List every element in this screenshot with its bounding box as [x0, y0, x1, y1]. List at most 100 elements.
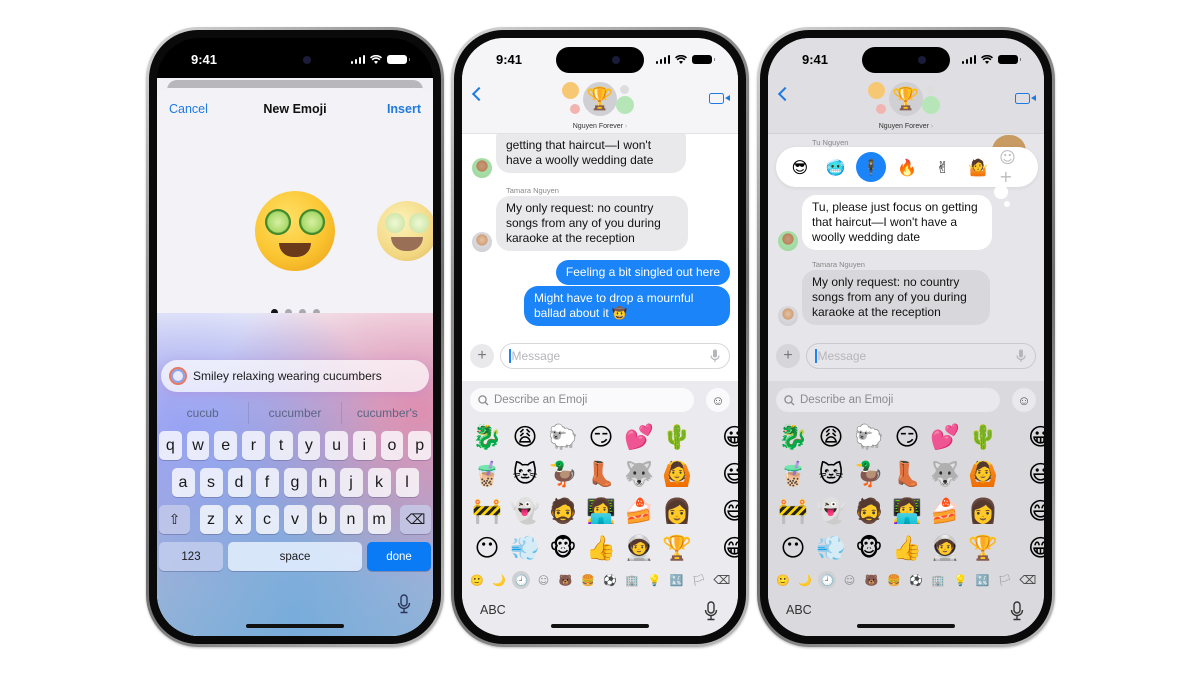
emoji-key[interactable]: 😄 [1028, 493, 1044, 530]
key[interactable]: r [242, 431, 265, 460]
emoji-key[interactable]: 👩‍💻 [582, 493, 620, 530]
genmoji-create-button[interactable]: ☺ [706, 388, 730, 412]
back-chevron-icon[interactable] [471, 86, 487, 102]
space-key[interactable]: space [228, 542, 362, 571]
group-avatar-cluster[interactable]: 🏆 [864, 82, 948, 120]
abc-keyboard-switch[interactable]: ABC [480, 603, 506, 617]
genmoji-create-button[interactable]: ☺ [1012, 388, 1036, 412]
category-memoji-icon[interactable]: 🙂 [468, 571, 486, 589]
delete-icon[interactable]: ⌫ [1018, 571, 1038, 589]
message-input[interactable]: Message [806, 343, 1036, 369]
reaction-option-selected[interactable]: 🕴 [856, 152, 887, 182]
reaction-option[interactable]: 🤷 [963, 152, 993, 182]
mic-icon[interactable] [710, 349, 720, 363]
emoji-key[interactable]: 💨 [812, 530, 850, 567]
plus-button[interactable]: + [776, 344, 800, 368]
emoji-key[interactable]: 😁 [722, 530, 738, 567]
emoji-key[interactable]: 🐑 [544, 419, 582, 456]
message-bubble-incoming[interactable]: My only request: no country songs from a… [802, 270, 990, 325]
category-animals-icon[interactable]: 🐻 [863, 571, 881, 589]
category-activity-icon[interactable]: ⚽ [601, 571, 619, 589]
emoji-key[interactable]: 🐱 [506, 456, 544, 493]
key[interactable]: f [255, 468, 279, 497]
group-name[interactable]: Nguyen Forever › [768, 123, 1044, 130]
category-stickers-icon[interactable]: 🌙 [490, 571, 508, 589]
emoji-key[interactable]: 🐱 [812, 456, 850, 493]
key[interactable]: a [171, 468, 195, 497]
key[interactable]: g [283, 468, 307, 497]
suggestion-1[interactable]: cucub [157, 402, 250, 424]
emoji-key[interactable]: 👻 [506, 493, 544, 530]
describe-emoji-search[interactable]: Describe an Emoji [470, 388, 694, 412]
category-memoji-icon[interactable]: 🙂 [774, 571, 792, 589]
category-flags-icon[interactable]: 🏳 [996, 571, 1014, 589]
category-stickers-icon[interactable]: 🌙 [796, 571, 814, 589]
category-animals-icon[interactable]: 🐻 [557, 571, 575, 589]
category-food-icon[interactable]: 🍔 [885, 571, 903, 589]
emoji-key[interactable]: 🧋 [468, 456, 506, 493]
category-smileys-icon[interactable]: ☺ [535, 571, 553, 589]
emoji-key[interactable]: 😀 [1028, 419, 1044, 456]
emoji-prompt-field[interactable]: Smiley relaxing wearing cucumbers [161, 360, 429, 392]
emoji-key[interactable]: 😏 [582, 419, 620, 456]
emoji-key[interactable]: 👻 [812, 493, 850, 530]
sender-avatar-tu[interactable] [778, 231, 798, 251]
emoji-key[interactable]: 👢 [582, 456, 620, 493]
emoji-key[interactable]: 🏆 [658, 530, 696, 567]
emoji-key[interactable]: 🧑‍🚀 [926, 530, 964, 567]
key[interactable]: t [269, 431, 293, 460]
group-avatar-cluster[interactable]: 🏆 [558, 82, 642, 120]
message-input[interactable]: Message [500, 343, 730, 369]
emoji-key[interactable]: 🧋 [774, 456, 812, 493]
emoji-key[interactable]: 😶 [468, 530, 506, 567]
key[interactable]: v [283, 505, 307, 534]
dictation-mic-icon[interactable] [704, 601, 718, 621]
add-reaction-icon[interactable]: ☺+ [999, 148, 1029, 186]
emoji-key[interactable]: 😩 [506, 419, 544, 456]
suggestion-3[interactable]: cucumber's [342, 402, 433, 424]
emoji-key[interactable]: 👢 [888, 456, 926, 493]
category-objects-icon[interactable]: 💡 [645, 571, 663, 589]
emoji-key[interactable]: 😃 [1028, 456, 1044, 493]
facetime-video-icon[interactable] [709, 93, 730, 104]
home-indicator[interactable] [246, 624, 344, 628]
key[interactable]: s [199, 468, 223, 497]
emoji-key[interactable]: 👍 [888, 530, 926, 567]
category-recent-icon[interactable]: 🕘 [818, 571, 837, 589]
key[interactable]: b [311, 505, 335, 534]
message-bubble-selected[interactable]: Tu, please just focus on getting that ha… [802, 195, 992, 250]
category-symbols-icon[interactable]: 🔣 [974, 571, 992, 589]
next-emoji-variant[interactable] [377, 201, 433, 261]
reaction-option[interactable]: ✌ [928, 152, 958, 182]
emoji-key[interactable]: 😶 [774, 530, 812, 567]
emoji-key[interactable]: 💨 [506, 530, 544, 567]
emoji-key[interactable]: 🙆 [658, 456, 696, 493]
category-smileys-icon[interactable]: ☺ [841, 571, 859, 589]
category-food-icon[interactable]: 🍔 [579, 571, 597, 589]
group-name[interactable]: Nguyen Forever › [462, 123, 738, 130]
message-bubble-outgoing[interactable]: Might have to drop a mournful ballad abo… [524, 286, 730, 326]
emoji-key[interactable]: 🙆 [964, 456, 1002, 493]
emoji-key[interactable]: 🚧 [468, 493, 506, 530]
category-objects-icon[interactable]: 💡 [951, 571, 969, 589]
reaction-option[interactable]: 🥶 [821, 152, 851, 182]
key[interactable]: x [227, 505, 251, 534]
emoji-key[interactable]: 😏 [888, 419, 926, 456]
emoji-key[interactable]: 🐵 [850, 530, 888, 567]
category-travel-icon[interactable]: 🏢 [929, 571, 947, 589]
emoji-key[interactable]: 👩‍💻 [888, 493, 926, 530]
key[interactable]: c [255, 505, 279, 534]
reaction-option[interactable]: 😎 [785, 152, 815, 182]
emoji-key[interactable]: 👩 [658, 493, 696, 530]
home-indicator[interactable] [551, 624, 649, 628]
key[interactable]: q [158, 431, 182, 460]
emoji-key[interactable]: 😃 [722, 456, 738, 493]
shift-key[interactable]: ⇧ [159, 505, 190, 534]
key[interactable]: w [186, 431, 210, 460]
sender-avatar-tamara[interactable] [778, 306, 798, 326]
emoji-key[interactable]: 🐉 [468, 419, 506, 456]
key[interactable]: h [311, 468, 335, 497]
emoji-key[interactable]: 😩 [812, 419, 850, 456]
message-bubble-incoming[interactable]: My only request: no country songs from a… [496, 196, 688, 251]
emoji-key[interactable]: 😀 [722, 419, 738, 456]
